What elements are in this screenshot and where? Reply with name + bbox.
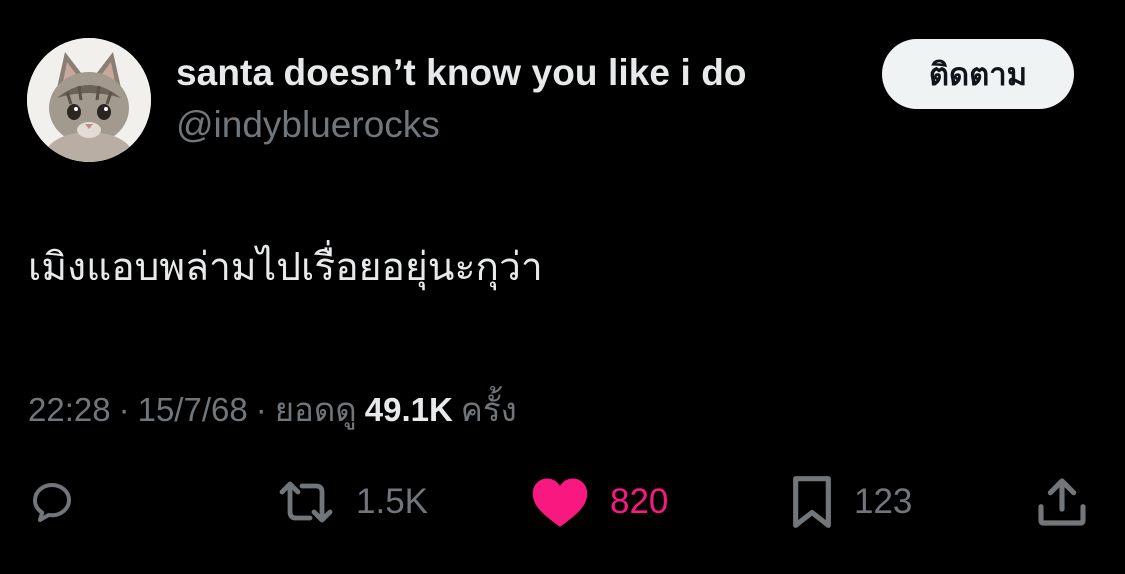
display-name[interactable]: santa doesn’t know you like i do: [176, 52, 747, 94]
tweet-meta: 22:28 · 15/7/68 · ยอดดู 49.1K ครั้ง: [28, 383, 517, 436]
tweet-text: เมิงแอบพล่ามไปเรื่อยอยุ่นะกุว่า: [28, 246, 543, 289]
retweet-button[interactable]: 1.5K: [274, 474, 428, 530]
retweet-icon: [279, 481, 333, 523]
tweet-time[interactable]: 22:28: [28, 391, 111, 429]
reply-icon: [33, 483, 71, 522]
share-button[interactable]: [1034, 474, 1090, 530]
share-icon: [1038, 478, 1086, 526]
reply-button[interactable]: [28, 474, 76, 530]
like-button[interactable]: 820: [530, 474, 668, 530]
retweet-count: 1.5K: [356, 482, 428, 521]
like-count: 820: [610, 482, 669, 521]
avatar[interactable]: [27, 38, 151, 162]
bookmark-button[interactable]: 123: [788, 474, 912, 530]
follow-button[interactable]: ติดตาม: [882, 39, 1074, 109]
views-label: ยอดดู: [274, 391, 357, 428]
meta-separator: ·: [255, 391, 267, 428]
views-suffix: ครั้ง: [460, 391, 517, 428]
bookmark-count: 123: [854, 482, 913, 521]
bookmark-icon: [793, 476, 831, 528]
tweet-date[interactable]: 15/7/68: [138, 391, 248, 429]
user-handle[interactable]: @indybluerocks: [176, 104, 440, 146]
heart-icon: [532, 478, 588, 527]
meta-separator: ·: [118, 391, 130, 428]
tweet-card: santa doesn’t know you like i do @indybl…: [0, 0, 1125, 574]
views-count[interactable]: 49.1K: [365, 391, 453, 429]
kitten-avatar-icon: [27, 38, 151, 162]
